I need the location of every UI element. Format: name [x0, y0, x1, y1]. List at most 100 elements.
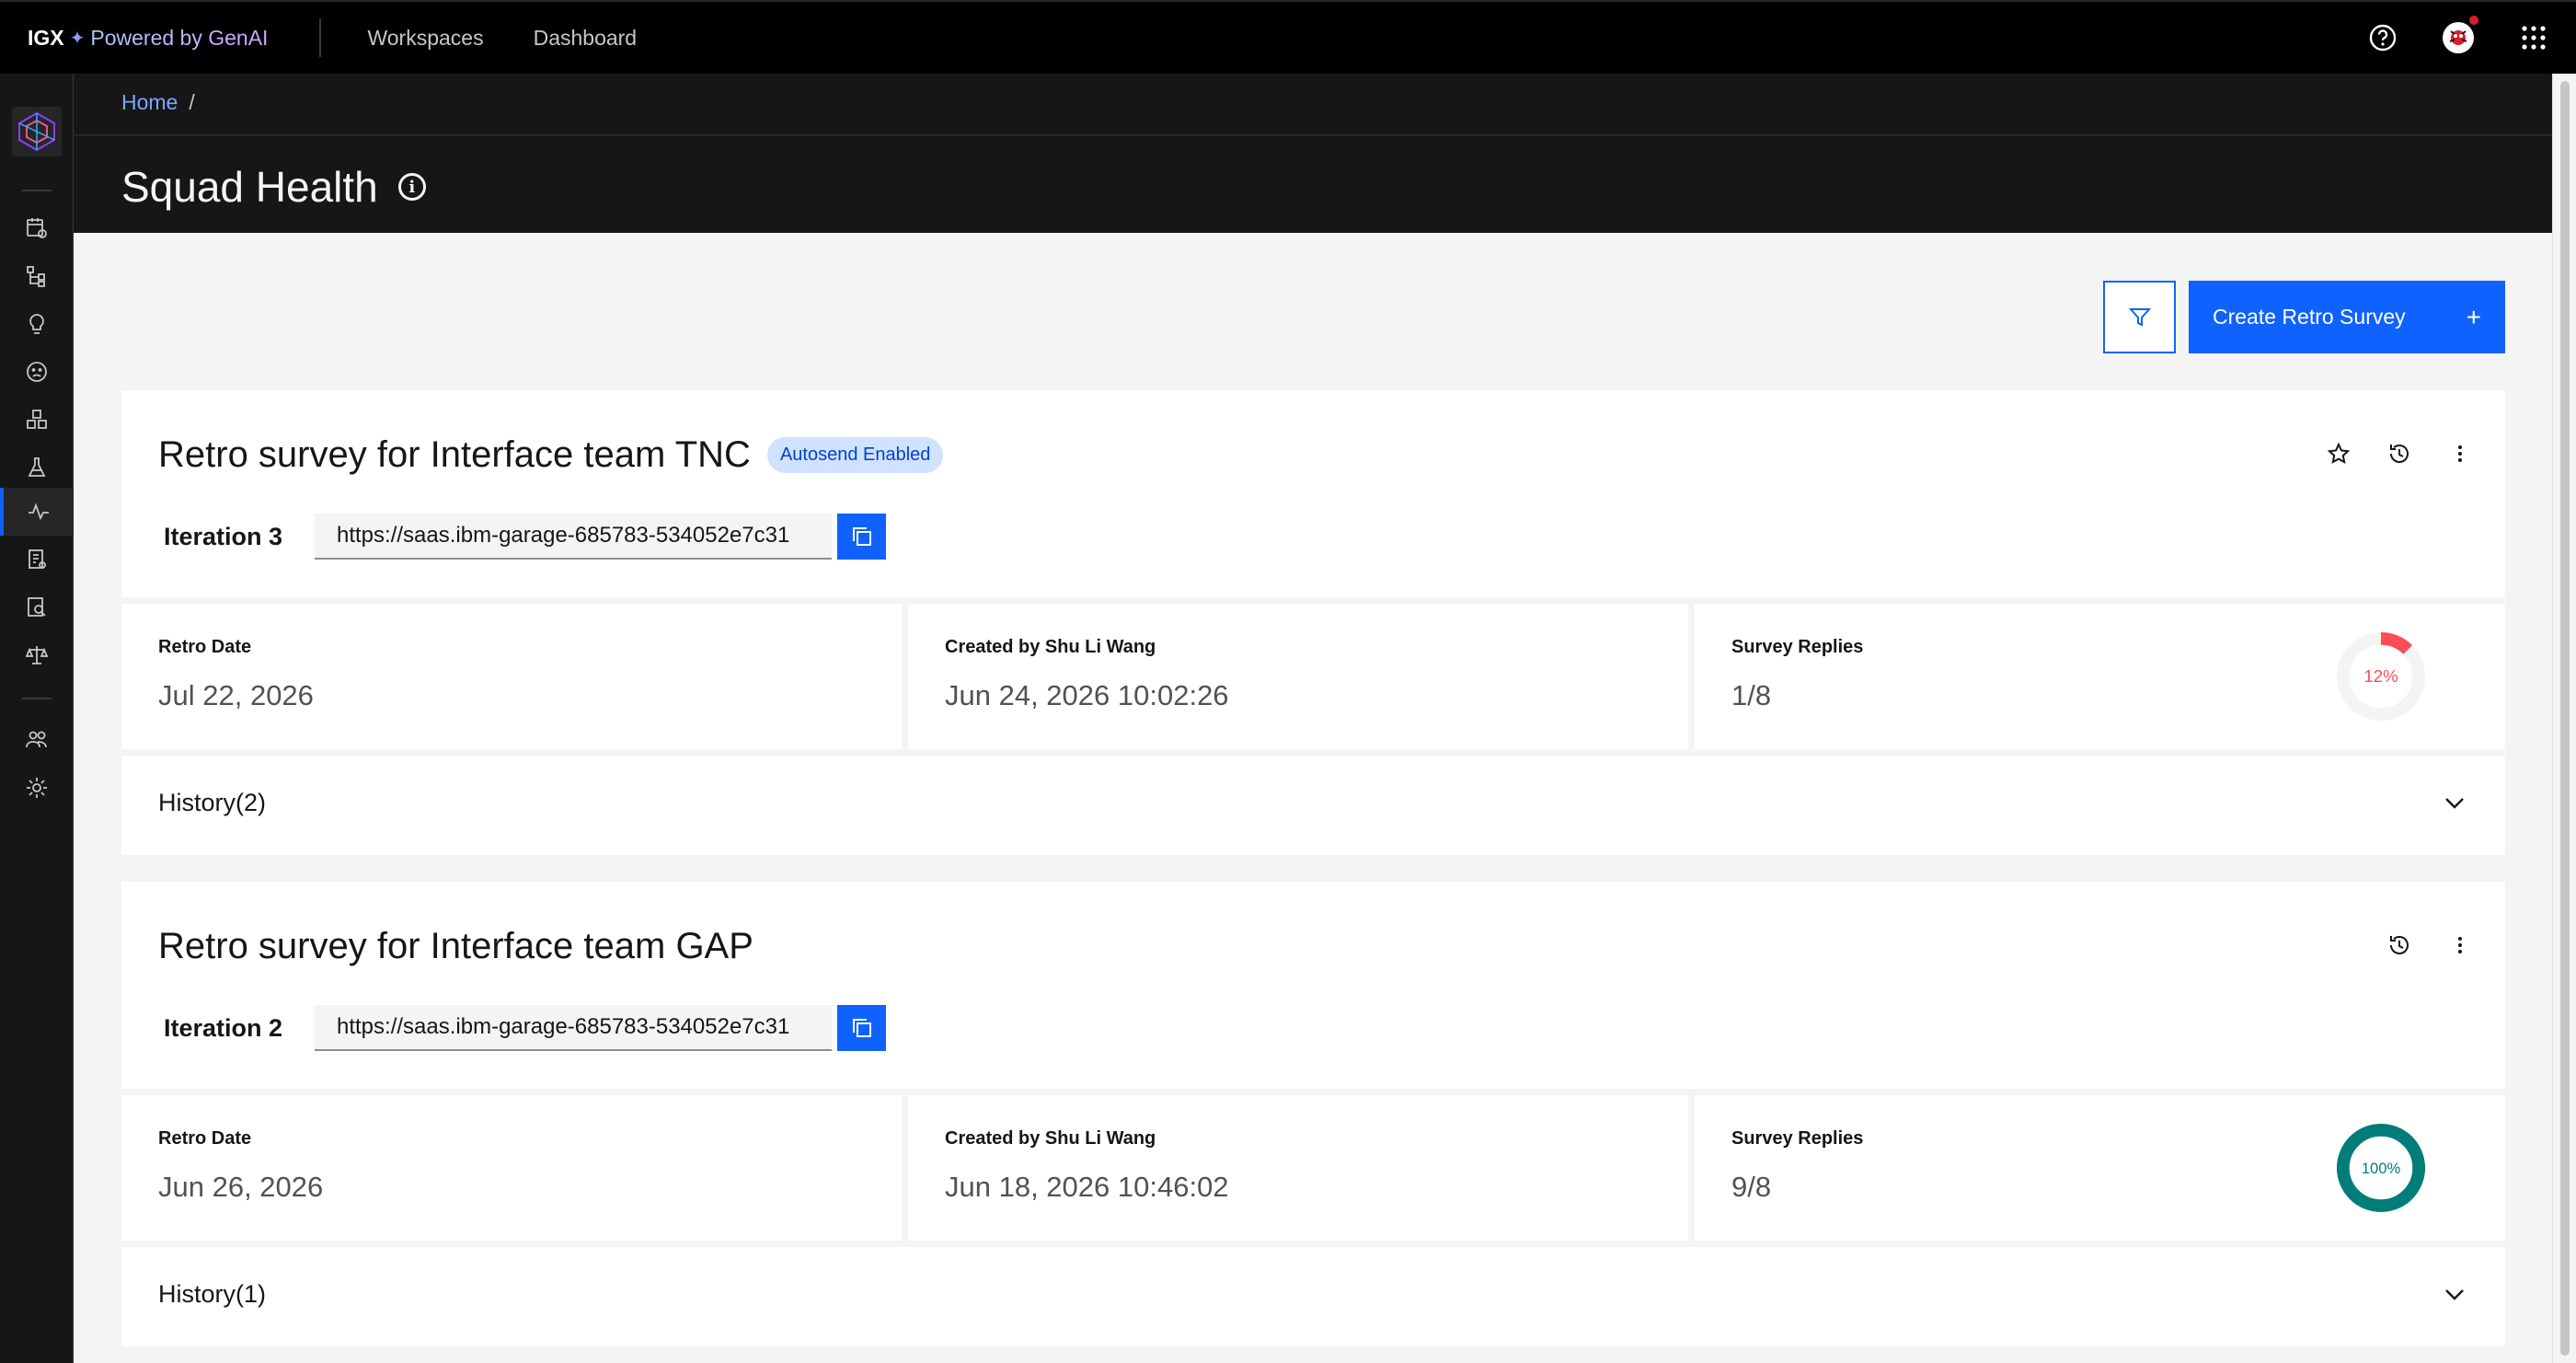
- overflow-menu-icon[interactable]: [2444, 438, 2476, 469]
- history-label: History(2): [158, 789, 267, 816]
- survey-title-row: Retro survey for Interface team GAP: [158, 926, 753, 967]
- retro-date-label: Retro Date: [158, 637, 252, 657]
- created-tile: Created by Shu Li Wang Jun 24, 2026 10:0…: [908, 604, 1688, 749]
- copy-icon: [852, 1019, 871, 1037]
- page-header: Home / Squad Health i: [74, 74, 2552, 233]
- pulse-icon: [29, 502, 49, 521]
- history-icon[interactable]: [2384, 930, 2415, 961]
- replies-donut: 12%: [2336, 631, 2426, 722]
- lightbulb-icon: [29, 314, 44, 334]
- breadcrumb-home[interactable]: Home: [121, 90, 178, 115]
- brand-name: IGX: [28, 25, 64, 50]
- copy-icon: [852, 527, 871, 546]
- top-header: IGX ✦ Powered by GenAI Workspaces Dashbo…: [0, 0, 2576, 74]
- rail-divider: [22, 698, 52, 699]
- history-icon[interactable]: [2384, 438, 2415, 469]
- help-icon[interactable]: [2364, 19, 2401, 56]
- scales-icon: [25, 646, 49, 664]
- survey-replies-label: Survey Replies: [1731, 1128, 1864, 1149]
- users-icon: [26, 731, 47, 748]
- notification-dot: [2469, 16, 2478, 25]
- avatar: [2443, 22, 2474, 53]
- chevron-down-icon[interactable]: [2441, 789, 2468, 816]
- rail-item-reports[interactable]: [0, 536, 74, 583]
- rail-item-experiments[interactable]: [0, 444, 74, 491]
- rail-item-governance[interactable]: [0, 631, 74, 679]
- report-icon: [29, 549, 46, 569]
- iteration-label: Iteration 2: [164, 1013, 283, 1042]
- top-nav: Workspaces Dashboard: [367, 26, 661, 51]
- brand[interactable]: IGX ✦ Powered by GenAI: [0, 26, 268, 51]
- retro-date-value: Jun 26, 2026: [158, 1171, 324, 1203]
- retro-date-value: Jul 22, 2026: [158, 679, 314, 711]
- app-switcher-icon[interactable]: [2515, 19, 2552, 56]
- rail-item-settings[interactable]: [0, 764, 74, 812]
- hierarchy-icon: [27, 266, 45, 287]
- face-icon: [27, 362, 47, 382]
- rail-item-squad-health[interactable]: [0, 488, 74, 536]
- survey-url-field[interactable]: https://saas.ibm-garage-685783-534052e7c…: [315, 1005, 832, 1051]
- create-retro-survey-label: Create Retro Survey: [2213, 305, 2406, 329]
- nav-dashboard[interactable]: Dashboard: [509, 26, 662, 51]
- survey-title-row: Retro survey for Interface team TNC Auto…: [158, 434, 944, 476]
- survey-replies-tile: Survey Replies 1/8 12%: [1695, 604, 2505, 749]
- overflow-menu-icon[interactable]: [2444, 930, 2476, 961]
- scrollbar[interactable]: [2552, 74, 2576, 1363]
- chevron-down-icon[interactable]: [2441, 1280, 2468, 1308]
- rail-item-review[interactable]: [0, 583, 74, 631]
- iteration-label: Iteration 3: [164, 522, 283, 550]
- autosend-tag: Autosend Enabled: [766, 437, 944, 473]
- survey-replies-tile: Survey Replies 9/8 100%: [1695, 1095, 2505, 1241]
- star-icon[interactable]: [2323, 438, 2354, 469]
- filter-button[interactable]: [2103, 281, 2176, 353]
- survey-title: Retro survey for Interface team TNC: [158, 434, 751, 475]
- copy-url-button[interactable]: [837, 514, 886, 560]
- info-icon[interactable]: i: [397, 173, 426, 201]
- history-label: History(1): [158, 1280, 267, 1308]
- survey-url-field[interactable]: https://saas.ibm-garage-685783-534052e7c…: [315, 514, 832, 560]
- created-date-value: Jun 18, 2026 10:46:02: [945, 1171, 1229, 1203]
- scrollbar-thumb[interactable]: [2560, 81, 2570, 1356]
- app-logo-icon[interactable]: [12, 107, 62, 156]
- retro-date-tile: Retro Date Jul 22, 2026: [121, 604, 902, 749]
- donut-percent: 12%: [2363, 666, 2398, 686]
- brand-tagline: Powered by GenAI: [90, 25, 269, 50]
- calendar-settings-icon: [27, 218, 47, 238]
- iteration-row: Iteration 3 https://saas.ibm-garage-6857…: [164, 514, 886, 560]
- survey-actions: [2323, 438, 2476, 469]
- created-date-value: Jun 24, 2026 10:02:26: [945, 679, 1229, 711]
- breadcrumb-separator: /: [189, 90, 195, 114]
- survey-replies-value: 9/8: [1731, 1171, 1772, 1203]
- user-avatar[interactable]: [2440, 16, 2478, 56]
- copy-url-button[interactable]: [837, 1005, 886, 1051]
- survey-card-header: Retro survey for Interface team GAP Iter…: [121, 882, 2505, 1089]
- header-actions: [2364, 2, 2576, 74]
- created-by-label: Created by Shu Li Wang: [945, 1128, 1156, 1149]
- rail-item-users[interactable]: [0, 716, 74, 764]
- flask-icon: [28, 457, 46, 477]
- page-title: Squad Health: [121, 163, 378, 211]
- rail-item-ideas[interactable]: [0, 300, 74, 348]
- rail-item-hierarchy[interactable]: [0, 252, 74, 300]
- filter-icon: [2128, 307, 2151, 327]
- history-accordion[interactable]: History(2): [121, 756, 2505, 855]
- rail-item-sentiment[interactable]: [0, 348, 74, 396]
- nav-workspaces[interactable]: Workspaces: [367, 26, 508, 51]
- rail-item-assessments[interactable]: [0, 204, 74, 252]
- side-rail: [0, 74, 74, 1363]
- survey-replies-label: Survey Replies: [1731, 637, 1864, 657]
- page-title-row: Squad Health i: [121, 162, 426, 212]
- rail-divider: [22, 190, 52, 191]
- document-search-icon: [28, 597, 46, 617]
- survey-title: Retro survey for Interface team GAP: [158, 926, 753, 966]
- plus-icon: +: [2466, 302, 2481, 331]
- gear-icon: [27, 778, 47, 798]
- breadcrumb: Home /: [121, 90, 195, 115]
- create-retro-survey-button[interactable]: Create Retro Survey +: [2189, 281, 2505, 353]
- created-tile: Created by Shu Li Wang Jun 18, 2026 10:4…: [908, 1095, 1688, 1241]
- donut-percent: 100%: [2362, 1160, 2401, 1177]
- history-accordion[interactable]: History(1): [121, 1247, 2505, 1346]
- cubes-icon: [27, 410, 47, 429]
- iteration-row: Iteration 2 https://saas.ibm-garage-6857…: [164, 1005, 886, 1051]
- rail-item-groups[interactable]: [0, 396, 74, 444]
